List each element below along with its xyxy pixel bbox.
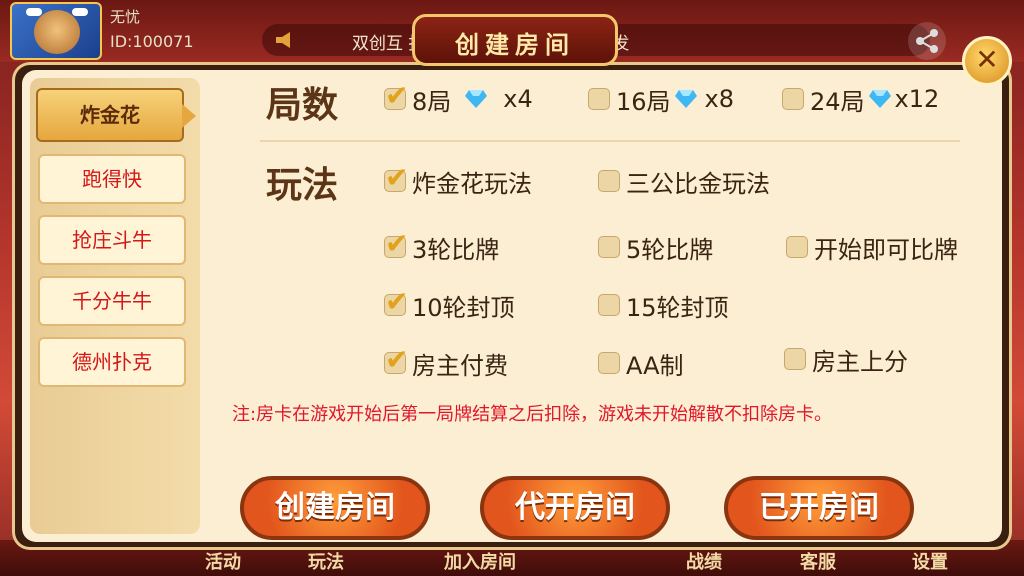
checkbox-checked[interactable] [384,285,408,318]
play-section-title: 玩法 [266,165,339,206]
sidebar-item-paodekuai[interactable]: 跑得快 [38,154,186,204]
dialog-title-plate: 创建房间 [412,14,618,66]
round-option-8[interactable]: 8局 x4 [384,79,533,116]
close-icon: ✕ [975,43,999,76]
menu-activity[interactable]: 活动 [205,548,241,574]
menu-records[interactable]: 战绩 [686,548,722,574]
share-icon[interactable] [908,22,946,60]
rounds-section-title: 局数 [266,85,339,126]
sidebar-item-zhajinhua[interactable]: 炸金花 [36,88,196,142]
checkbox-unchecked[interactable] [598,352,620,374]
checkbox-unchecked[interactable] [784,348,806,370]
menu-settings[interactable]: 设置 [912,548,948,574]
checkbox-checked[interactable] [384,79,408,112]
option-label: 15轮封顶 [626,293,729,322]
play-option-owner-pays[interactable]: 房主付费 [384,343,508,380]
checkbox-unchecked[interactable] [588,88,610,110]
play-option-sangong[interactable]: 三公比金玩法 [598,166,770,198]
round-cost: x4 [503,85,533,113]
create-room-button[interactable]: 创建房间 [240,476,430,540]
option-label: 10轮封顶 [412,293,515,322]
round-option-24[interactable]: 24局 x12 [782,84,940,116]
checkbox-unchecked[interactable] [598,170,620,192]
sidebar-item-qiangzhuang[interactable]: 抢庄斗牛 [38,215,186,265]
option-label: AA制 [626,351,684,380]
round-cost: x12 [894,85,940,113]
bull-avatar-icon [34,10,80,54]
sidebar-item-texas[interactable]: 德州扑克 [38,337,186,387]
checkbox-unchecked[interactable] [782,88,804,110]
checkbox-unchecked[interactable] [598,294,620,316]
speaker-icon [276,32,290,48]
checkbox-checked[interactable] [384,343,408,376]
game-type-sidebar: 炸金花 跑得快 抢庄斗牛 千分牛牛 德州扑克 [30,78,200,534]
option-label: 三公比金玩法 [626,169,770,198]
play-option-compare-anytime[interactable]: 开始即可比牌 [786,232,958,264]
play-option-10-cap[interactable]: 10轮封顶 [384,285,515,322]
dialog-title: 创建房间 [455,31,575,59]
play-option-owner-score[interactable]: 房主上分 [784,344,908,376]
proxy-room-button[interactable]: 代开房间 [480,476,670,540]
opened-rooms-button[interactable]: 已开房间 [724,476,914,540]
avatar[interactable] [10,2,102,60]
share-glyph-icon [916,29,938,53]
diamond-icon [674,90,697,108]
close-button[interactable]: ✕ [962,36,1012,86]
play-option-15-cap[interactable]: 15轮封顶 [598,290,729,322]
play-option-zhajinhua[interactable]: 炸金花玩法 [384,161,532,198]
user-id: ID:100071 [110,32,194,51]
play-option-5-rounds[interactable]: 5轮比牌 [598,232,714,264]
diamond-icon [465,90,488,108]
room-card-note: 注:房卡在游戏开始后第一局牌结算之后扣除，游戏未开始解散不扣除房卡。 [232,404,833,425]
round-option-16[interactable]: 16局 x8 [588,84,735,116]
option-label: 房主付费 [412,351,508,380]
round-label: 8局 [412,87,452,116]
menu-join-room[interactable]: 加入房间 [444,548,516,574]
option-label: 开始即可比牌 [814,235,958,264]
checkbox-unchecked[interactable] [786,236,808,258]
checkbox-checked[interactable] [384,161,408,194]
play-option-aa[interactable]: AA制 [598,348,684,380]
user-name: 无忧 [110,8,141,26]
round-label: 24局 [810,87,865,116]
option-label: 3轮比牌 [412,235,500,264]
menu-service[interactable]: 客服 [800,548,836,574]
menu-rules[interactable]: 玩法 [308,548,344,574]
option-label: 5轮比牌 [626,235,714,264]
avatar-horn-right [72,8,88,16]
round-label: 16局 [616,87,671,116]
option-label: 炸金花玩法 [412,169,532,198]
section-divider [260,140,960,142]
checkbox-unchecked[interactable] [598,236,620,258]
sidebar-item-qianfen[interactable]: 千分牛牛 [38,276,186,326]
play-option-3-rounds[interactable]: 3轮比牌 [384,227,500,264]
diamond-icon [868,90,891,108]
avatar-horn-left [26,8,42,16]
checkbox-checked[interactable] [384,227,408,260]
round-cost: x8 [704,85,735,113]
option-label: 房主上分 [812,347,908,376]
